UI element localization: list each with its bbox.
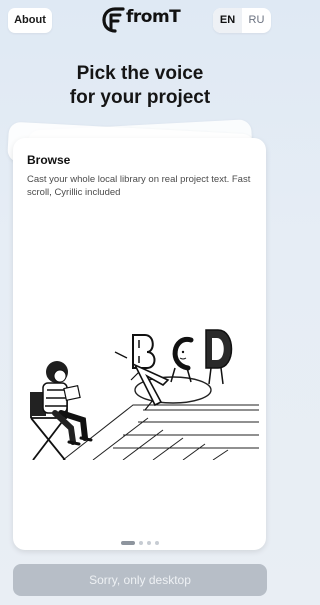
- logo-mark-icon: [102, 7, 125, 33]
- pagination-dot[interactable]: [154, 540, 159, 545]
- desktop-only-button[interactable]: Sorry, only desktop: [13, 564, 267, 596]
- page-headline: Pick the voice for your project: [0, 62, 280, 110]
- language-option-en[interactable]: EN: [213, 8, 242, 33]
- feature-card[interactable]: Browse Cast your whole local library on …: [13, 138, 266, 550]
- headline-line-2: for your project: [69, 87, 211, 108]
- headline-line-1: Pick the voice: [76, 63, 204, 84]
- logo[interactable]: fromT: [100, 6, 181, 34]
- pagination-dot[interactable]: [138, 540, 143, 545]
- pagination-dot[interactable]: [146, 540, 151, 545]
- card-description: Cast your whole local library on real pr…: [27, 174, 251, 198]
- language-switcher: EN RU: [213, 8, 271, 33]
- carousel-pagination: [13, 534, 266, 545]
- logo-wordmark: fromT: [126, 7, 181, 27]
- top-bar: About fromT EN RU: [0, 0, 280, 42]
- language-option-ru[interactable]: RU: [242, 8, 271, 33]
- about-button[interactable]: About: [8, 8, 52, 33]
- card-title: Browse: [27, 153, 71, 167]
- director-chair-reading-letters-illustration: [30, 329, 259, 460]
- pagination-dot-active[interactable]: [120, 540, 135, 545]
